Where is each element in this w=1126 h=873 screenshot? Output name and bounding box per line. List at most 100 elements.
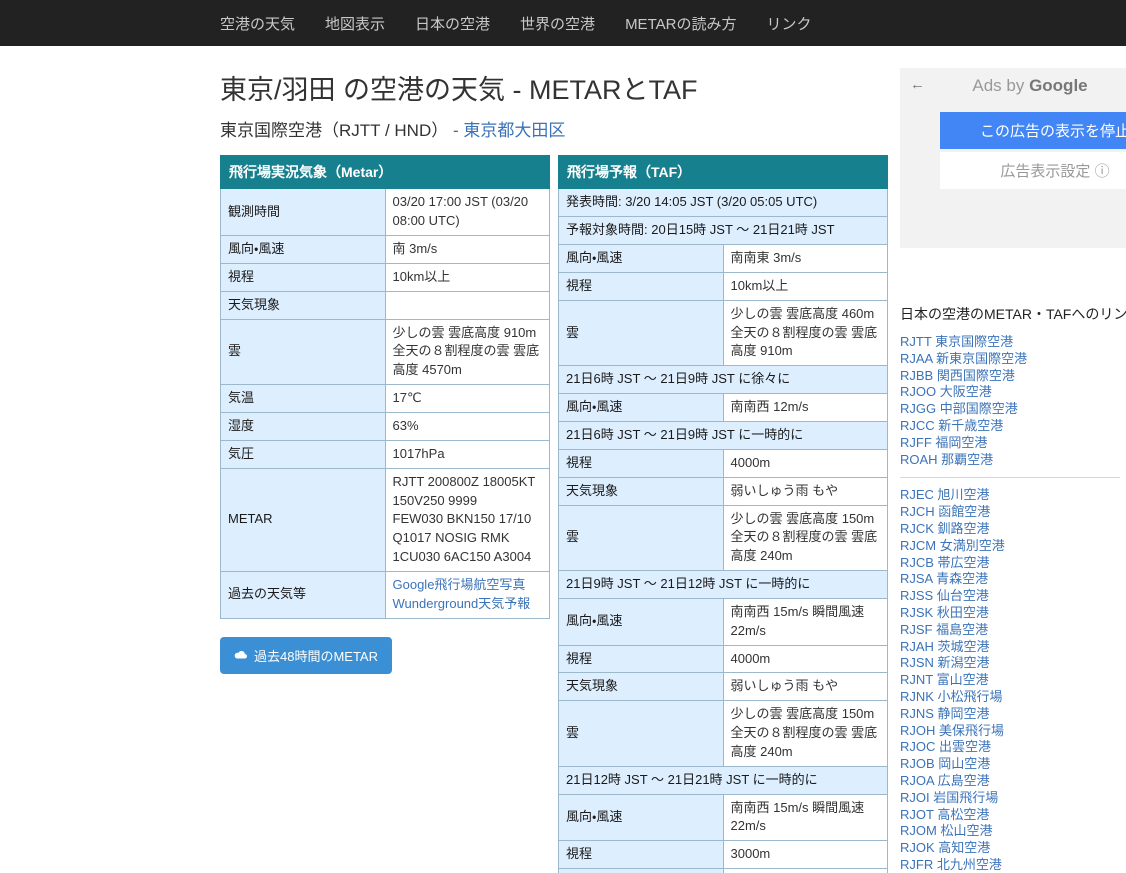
metar-row-label: 湿度 [220, 411, 386, 441]
airport-link-rjok[interactable]: RJOK 高知空港 [900, 840, 990, 855]
airport-link-rjss[interactable]: RJSS 仙台空港 [900, 588, 989, 603]
list-item: RJCC 新千歳空港 [900, 418, 1126, 435]
table-row: 風向・風速 南南西 15m/s 瞬間風速 22m/s [558, 597, 888, 646]
list-item: RJOI 岩国飛行場 [900, 790, 1126, 807]
table-row: 発表時間: 3/20 14:05 JST (3/20 05:05 UTC) [558, 188, 888, 218]
table-row: 天気現象 [220, 290, 550, 320]
airport-link-rjck[interactable]: RJCK 釧路空港 [900, 521, 990, 536]
metar-raw-value: RJTT 200800Z 18005KT 150V250 9999 FEW030… [384, 467, 550, 572]
past-48h-metar-button[interactable]: 過去48時間のMETAR [220, 636, 392, 674]
airport-link-rjoi[interactable]: RJOI 岩国飛行場 [900, 790, 998, 805]
airport-link-rjnk[interactable]: RJNK 小松飛行場 [900, 689, 1003, 704]
metar-raw-line: RJTT 200800Z 18005KT 150V250 9999 [392, 473, 536, 508]
list-item: RJOC 出雲空港 [900, 739, 1126, 756]
airport-link-rjob[interactable]: RJOB 岡山空港 [900, 756, 990, 771]
cloud-icon [234, 649, 248, 662]
wunderground-forecast-link[interactable]: Wunderground天気予報 [393, 596, 531, 611]
list-item: RJSF 福島空港 [900, 622, 1126, 639]
list-item: RJFF 福岡空港 [900, 435, 1126, 452]
table-row: 視程 10km以上 [220, 262, 550, 292]
airport-link-rjtt[interactable]: RJTT 東京国際空港 [900, 334, 1013, 349]
list-item: RJCM 女満別空港 [900, 538, 1126, 555]
sidebar: ← Ads by Google この広告の表示を停止 広告表示設定 ⓘ 日本の空… [900, 46, 1126, 873]
metar-row-label: 過去の天気等 [220, 570, 386, 619]
table-row: 21日6時 JST 〜 21日9時 JST に一時的に [558, 420, 888, 450]
table-row: 21日9時 JST 〜 21日12時 JST に一時的に [558, 570, 888, 599]
airport-link-rjsa[interactable]: RJSA 青森空港 [900, 571, 988, 586]
taf-row-label: 風向・風速 [558, 393, 724, 422]
airport-link-rjns[interactable]: RJNS 静岡空港 [900, 706, 990, 721]
metar-row-label: METAR [220, 467, 386, 572]
nav-item-world-airports[interactable]: 世界の空港 [520, 13, 595, 34]
airport-link-rjnt[interactable]: RJNT 富山空港 [900, 672, 989, 687]
airport-link-rjom[interactable]: RJOM 松山空港 [900, 823, 992, 838]
taf-row-label: 天気現象 [558, 476, 724, 506]
back-arrow-icon[interactable]: ← [910, 76, 925, 93]
list-item: RJOM 松山空港 [900, 823, 1126, 840]
metar-row-label: 気温 [220, 384, 386, 413]
list-item: RJBB 関西国際空港 [900, 368, 1126, 385]
airport-link-rjgg[interactable]: RJGG 中部国際空港 [900, 401, 1018, 416]
google-brand: Google [1029, 76, 1088, 95]
airport-link-rjsn[interactable]: RJSN 新潟空港 [900, 655, 990, 670]
table-row: 予報対象時間: 20日15時 JST 〜 21日21時 JST [558, 216, 888, 246]
metar-row-label: 観測時間 [220, 188, 386, 237]
list-item: RJNK 小松飛行場 [900, 689, 1126, 706]
taf-valid-value: 20日15時 JST 〜 21日21時 JST [651, 222, 835, 238]
list-item: RJSN 新潟空港 [900, 655, 1126, 672]
page-root: 空港の天気 地図表示 日本の空港 世界の空港 METARの読み方 リンク 東京/… [0, 0, 1126, 873]
airport-link-rjoc[interactable]: RJOC 出雲空港 [900, 739, 991, 754]
list-item: RJOA 広島空港 [900, 773, 1126, 790]
airport-link-rjff[interactable]: RJFF 福岡空港 [900, 435, 987, 450]
metar-row-value: 南 3m/s [384, 235, 550, 264]
airport-link-rjcc[interactable]: RJCC 新千歳空港 [900, 418, 1003, 433]
stop-showing-ad-button[interactable]: この広告の表示を停止 [940, 112, 1126, 149]
metar-row-value [384, 290, 550, 320]
nav-item-airport-weather[interactable]: 空港の天気 [220, 13, 295, 34]
airport-link-rjch[interactable]: RJCH 函館空港 [900, 504, 990, 519]
metar-row-value: 03/20 17:00 JST (03/20 08:00 UTC) [384, 188, 550, 237]
taf-table-caption: 飛行場予報（TAF） [558, 155, 888, 190]
airport-link-rjah[interactable]: RJAH 茨城空港 [900, 639, 990, 654]
metar-row-value: 63% [384, 411, 550, 441]
airport-link-rjoa[interactable]: RJOA 広島空港 [900, 773, 990, 788]
taf-issued-label: 発表時間 [566, 194, 619, 210]
google-aerial-photo-link[interactable]: Google飛行場航空写真 [393, 577, 526, 592]
taf-row-label: 風向・風速 [558, 597, 724, 646]
airport-link-rjfr[interactable]: RJFR 北九州空港 [900, 857, 1002, 872]
airport-link-rjcb[interactable]: RJCB 帯広空港 [900, 555, 990, 570]
airport-link-roah[interactable]: ROAH 那覇空港 [900, 452, 993, 467]
subtitle-separator: - [448, 121, 464, 141]
airport-link-rjsf[interactable]: RJSF 福島空港 [900, 622, 988, 637]
table-row: 雲 少しの雲 雲底高度 910m 全天の８割程度の雲 雲底高度 4570m [220, 318, 550, 386]
taf-issued-value: 3/20 14:05 JST (3/20 05:05 UTC) [625, 194, 818, 210]
airport-link-rjoo[interactable]: RJOO 大阪空港 [900, 384, 992, 399]
ad-settings-button[interactable]: 広告表示設定 ⓘ [940, 152, 1126, 189]
airport-link-rjbb[interactable]: RJBB 関西国際空港 [900, 368, 1015, 383]
list-item: RJAH 茨城空港 [900, 639, 1126, 656]
airport-region-link[interactable]: 東京都大田区 [463, 121, 565, 140]
nav-item-map-view[interactable]: 地図表示 [325, 13, 385, 34]
list-item: RJGG 中部国際空港 [900, 401, 1126, 418]
airport-link-rjcm[interactable]: RJCM 女満別空港 [900, 538, 1005, 553]
nav-item-metar-guide[interactable]: METARの読み方 [625, 13, 736, 34]
list-item: RJCB 帯広空港 [900, 555, 1126, 572]
airport-link-rjsk[interactable]: RJSK 秋田空港 [900, 605, 989, 620]
airport-link-rjot[interactable]: RJOT 高松空港 [900, 807, 989, 822]
table-row: 気温 17℃ [220, 384, 550, 413]
list-item: RJOO 大阪空港 [900, 384, 1126, 401]
airport-link-rjec[interactable]: RJEC 旭川空港 [900, 487, 990, 502]
taf-row-value: 南南西 15m/s 瞬間風速 22m/s [722, 597, 888, 646]
past-48h-metar-label: 過去48時間のMETAR [254, 648, 378, 664]
metar-row-value: 少しの雲 雲底高度 910m 全天の８割程度の雲 雲底高度 4570m [384, 318, 550, 386]
taf-row-label: 視程 [558, 644, 724, 674]
taf-group-heading: 21日12時 JST 〜 21日21時 JST に一時的に [558, 765, 888, 795]
airport-name: 東京国際空港（RJTT / HND） [220, 121, 449, 141]
table-row: 風向・風速 南南東 3m/s [558, 244, 888, 273]
airport-link-rjaa[interactable]: RJAA 新東京国際空港 [900, 351, 1027, 366]
table-row: METAR RJTT 200800Z 18005KT 150V250 9999 … [220, 467, 550, 572]
metar-table-caption: 飛行場実況気象（Metar） [220, 155, 550, 190]
nav-item-japan-airports[interactable]: 日本の空港 [415, 13, 490, 34]
airport-link-rjoh[interactable]: RJOH 美保飛行場 [900, 723, 1004, 738]
nav-item-links[interactable]: リンク [766, 13, 811, 34]
